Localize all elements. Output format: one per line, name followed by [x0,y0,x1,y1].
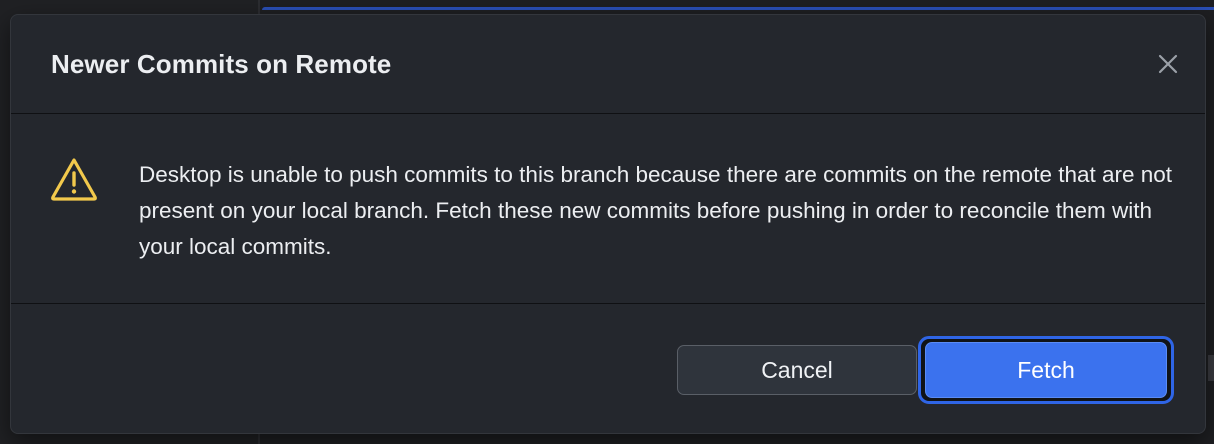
background-focus-outline [262,7,1214,10]
background-scrollbar-edge [1208,355,1214,381]
warning-icon [51,158,97,201]
close-icon [1158,54,1178,74]
fetch-button[interactable]: Fetch [925,342,1167,398]
newer-commits-dialog: Newer Commits on Remote Desktop is unabl… [10,14,1206,434]
dialog-header: Newer Commits on Remote [11,15,1205,114]
dialog-title: Newer Commits on Remote [51,49,392,79]
dialog-footer: Cancel Fetch [11,304,1205,434]
cancel-button[interactable]: Cancel [677,345,917,395]
dialog-message: Desktop is unable to push commits to thi… [139,162,1173,259]
close-button[interactable] [1153,49,1183,79]
dialog-body: Desktop is unable to push commits to thi… [11,114,1205,304]
